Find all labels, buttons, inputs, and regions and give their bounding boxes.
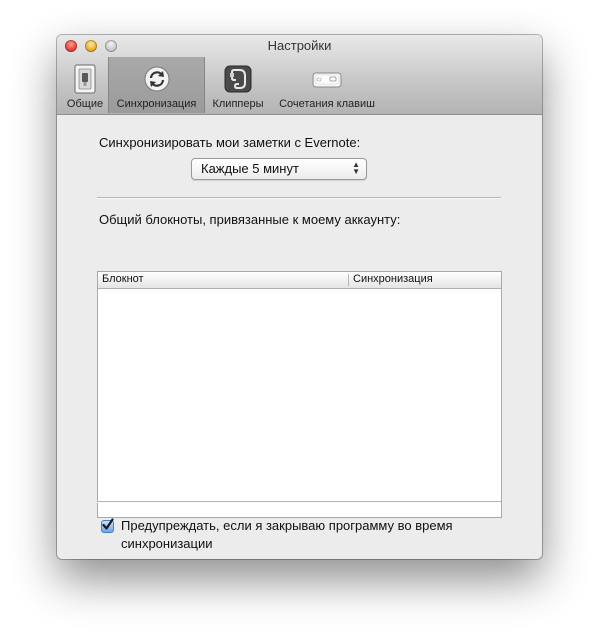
- window-title: Настройки: [267, 38, 332, 53]
- title-bar: Настройки Общие Синхронизация Клипперы С…: [57, 35, 542, 115]
- column-header-notebook[interactable]: Блокнот: [102, 273, 144, 285]
- shared-notebooks-table[interactable]: Блокнот Синхронизация: [97, 271, 502, 518]
- evernote-elephant-icon: [224, 65, 252, 93]
- preferences-window: Настройки Общие Синхронизация Клипперы С…: [57, 35, 542, 559]
- preferences-toolbar: Общие Синхронизация Клипперы Сочетания к…: [57, 57, 542, 113]
- tab-general-label: Общие: [66, 98, 104, 110]
- tab-shortcuts-label: Сочетания клавиш: [279, 98, 375, 110]
- tab-sync[interactable]: Синхронизация: [108, 57, 205, 113]
- separator-bottom: [97, 501, 501, 503]
- keyboard-key-icon: [312, 72, 342, 88]
- column-header-sync[interactable]: Синхронизация: [353, 273, 433, 285]
- sync-interval-value: Каждые 5 минут: [201, 161, 299, 176]
- general-switch-icon: [74, 64, 96, 94]
- tab-shortcuts[interactable]: Сочетания клавиш: [271, 57, 383, 113]
- warn-on-quit-checkbox[interactable]: [101, 518, 114, 533]
- checkmark-icon: [102, 518, 114, 530]
- warn-on-quit-label[interactable]: Предупреждать, если я закрываю программу…: [121, 517, 481, 553]
- tab-clippers[interactable]: Клипперы: [207, 57, 269, 113]
- tab-general[interactable]: Общие: [63, 57, 107, 113]
- shared-notebooks-label: Общий блокноты, привязанные к моему акка…: [99, 212, 401, 227]
- sync-pane: Синхронизировать мои заметки с Evernote:…: [57, 115, 542, 559]
- sync-interval-label: Синхронизировать мои заметки с Evernote:: [99, 135, 361, 150]
- tab-clippers-label: Клипперы: [212, 98, 264, 110]
- table-header: Блокнот Синхронизация: [98, 272, 501, 289]
- separator-top: [97, 197, 501, 199]
- tab-sync-label: Синхронизация: [116, 98, 197, 110]
- sync-icon: [144, 66, 169, 92]
- column-divider: [348, 274, 349, 286]
- updown-arrows-icon: ▲ ▼: [352, 160, 360, 176]
- sync-interval-popup[interactable]: Каждые 5 минут ▲ ▼: [191, 158, 367, 180]
